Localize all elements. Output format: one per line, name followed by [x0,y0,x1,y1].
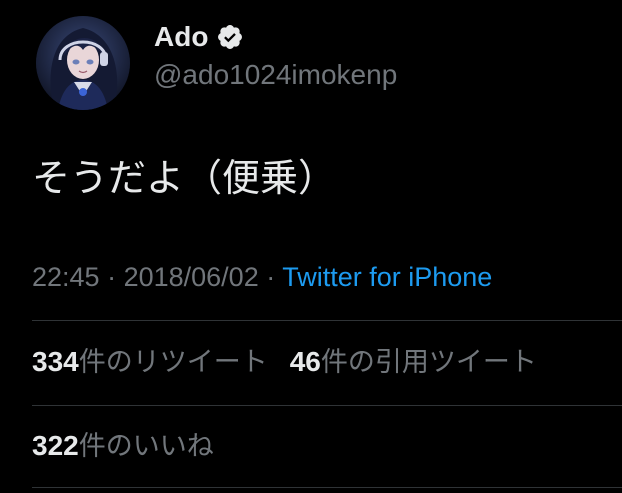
quotes-stat[interactable]: 46件の引用ツイート [289,346,537,378]
tweet-meta: 22:45 · 2018/06/02 · Twitter for iPhone [32,258,492,296]
tweet-source-link[interactable]: Twitter for iPhone [282,262,492,292]
divider [32,320,622,321]
stats-row-retweets: 334件のリツイート 46件の引用ツイート [32,342,537,383]
quotes-count: 46 [289,346,321,377]
retweets-label: 件のリツイート [78,347,268,378]
divider [32,487,622,488]
likes-label: 件のいいね [78,431,214,462]
likes-stat[interactable]: 322件のいいね [32,430,214,462]
author-name-row[interactable]: Ado [154,20,244,54]
author-handle[interactable]: @ado1024imokenp [154,58,397,92]
verified-badge-icon [218,25,243,49]
likes-count: 322 [32,430,79,461]
quotes-label: 件の引用ツイート [320,347,537,378]
tweet-time[interactable]: 22:45 [32,262,100,292]
meta-separator: · [258,262,283,292]
tweet-date[interactable]: 2018/06/02 [124,262,259,292]
avatar-image [36,16,130,110]
tweet-text: そうだよ（便乗） [32,156,337,200]
retweets-count: 334 [32,346,79,377]
meta-separator: · [99,262,124,292]
avatar[interactable] [36,16,130,110]
retweets-stat[interactable]: 334件のリツイート [32,346,268,378]
author-display-name[interactable]: Ado [154,20,208,54]
divider [32,405,622,406]
stats-row-likes: 322件のいいね [32,426,214,467]
